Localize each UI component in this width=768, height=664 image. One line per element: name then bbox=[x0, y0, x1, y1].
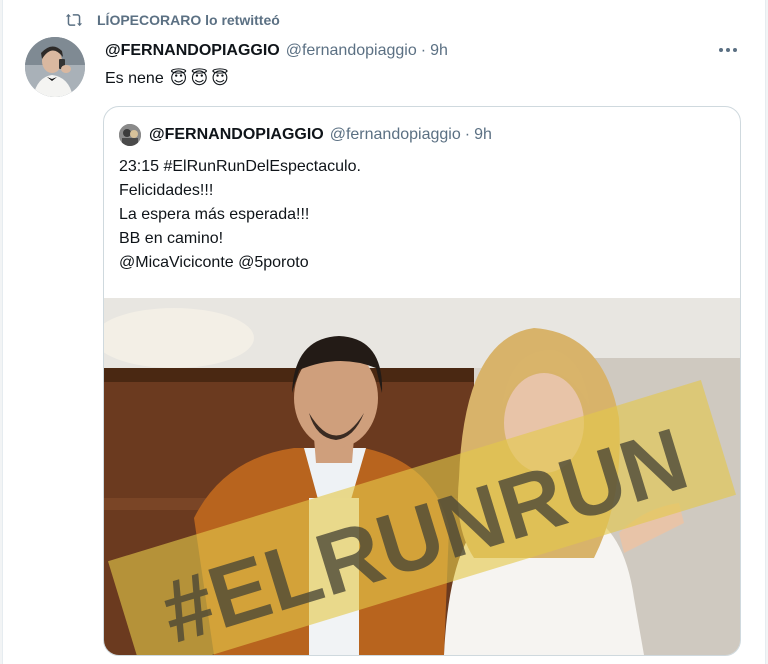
quoted-line: Felicidades!!! bbox=[119, 182, 214, 199]
quoted-line: La espera más esperada!!! bbox=[119, 206, 310, 223]
tweet-text-content: Es nene bbox=[105, 70, 164, 87]
quoted-tweet-text: 23:15 #ElRunRunDelEspectaculo. Felicidad… bbox=[119, 155, 719, 275]
quoted-tweet-header: @FERNANDOPIAGGIO @fernandopiaggio · 9h bbox=[119, 123, 492, 147]
quoted-separator-dot: · bbox=[464, 126, 471, 143]
retweet-context: LÍOPECORARO lo retwitteó bbox=[65, 11, 280, 29]
author-handle[interactable]: @fernandopiaggio bbox=[286, 42, 417, 60]
tweet-time[interactable]: 9h bbox=[430, 42, 448, 60]
quoted-tweet-image[interactable]: #ELRUNRUN bbox=[104, 298, 740, 655]
author-name[interactable]: @FERNANDOPIAGGIO bbox=[105, 42, 280, 60]
quoted-author-name[interactable]: @FERNANDOPIAGGIO bbox=[149, 126, 324, 144]
more-options-icon[interactable] bbox=[711, 38, 745, 62]
quoted-line: 23:15 #ElRunRunDelEspectaculo. bbox=[119, 158, 361, 175]
tweet-header: @FERNANDOPIAGGIO @fernandopiaggio · 9h bbox=[105, 40, 448, 62]
quoted-line: BB en camino! bbox=[119, 230, 224, 247]
retweet-label[interactable]: LÍOPECORARO lo retwitteó bbox=[97, 12, 280, 28]
retweet-icon bbox=[65, 13, 83, 27]
quoted-time[interactable]: 9h bbox=[474, 126, 492, 144]
tweet-card[interactable]: LÍOPECORARO lo retwitteó @FERNANDOPIAGGI… bbox=[2, 0, 766, 664]
separator-dot: · bbox=[420, 42, 427, 59]
quoted-avatar bbox=[119, 124, 141, 146]
quoted-tweet[interactable]: @FERNANDOPIAGGIO @fernandopiaggio · 9h 2… bbox=[103, 106, 741, 656]
tweet-text: Es nene 😇😇😇 bbox=[105, 67, 232, 91]
avatar[interactable] bbox=[25, 37, 85, 97]
angel-emoji-icons: 😇😇😇 bbox=[169, 69, 232, 88]
quoted-author-handle[interactable]: @fernandopiaggio bbox=[330, 126, 461, 144]
quoted-line: @MicaViciconte @5poroto bbox=[119, 254, 309, 271]
